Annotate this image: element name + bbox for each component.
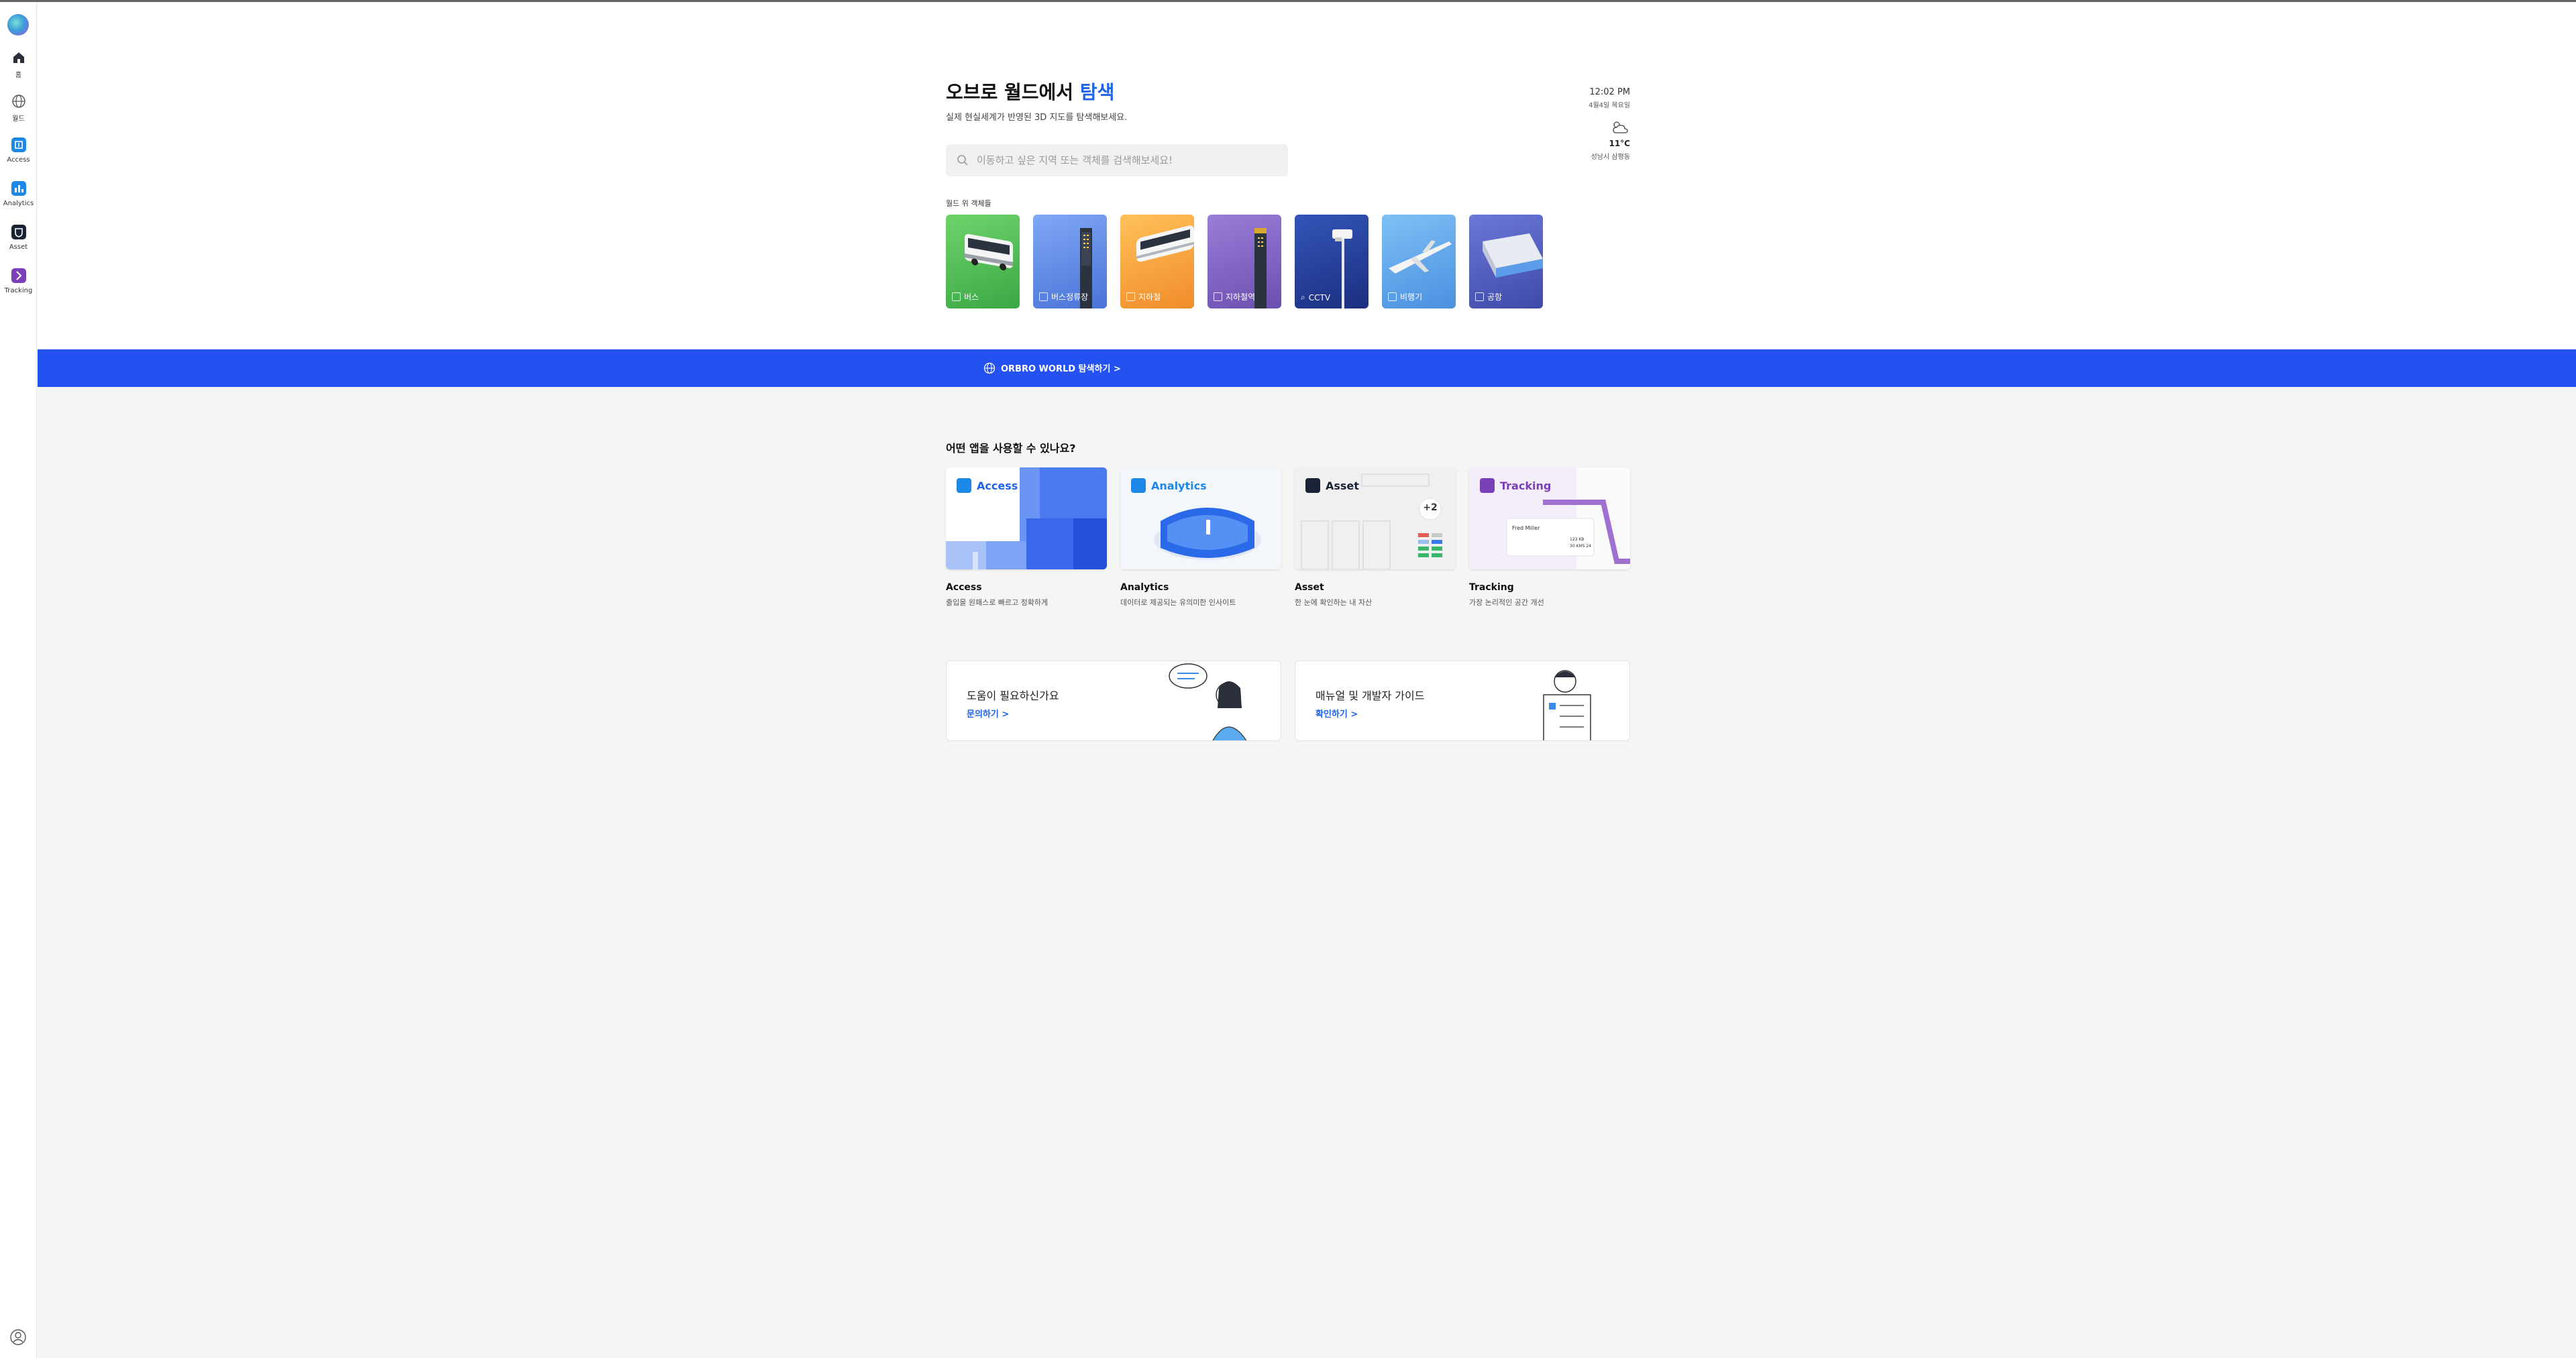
app-badge: Access — [957, 478, 1018, 493]
sidebar-item-tracking[interactable]: Tracking — [0, 268, 37, 306]
analytics-icon — [11, 181, 26, 196]
app-badge: Analytics — [1131, 478, 1207, 493]
app-desc-access: 출입을 원패스로 빠르고 정확하게 — [946, 598, 1049, 607]
tracking-icon — [11, 268, 26, 283]
app-name-access: Access — [946, 582, 982, 593]
sidebar-item-home[interactable]: 홈 — [0, 50, 37, 88]
object-card-cctv[interactable]: ⌕ CCTV — [1295, 215, 1368, 308]
banner-content: ORBRO WORLD 탐색하기 > — [983, 361, 1121, 374]
weather-temperature: 11°C — [1609, 139, 1630, 148]
object-card-label: 버스정류장 — [1039, 291, 1088, 302]
sidebar-item-label: Analytics — [3, 200, 34, 207]
sidebar-item-label: Asset — [9, 243, 28, 251]
object-card-label: 지하철 — [1126, 291, 1161, 302]
objects-section-label: 월드 위 객체들 — [946, 199, 991, 208]
object-card-label: 비행기 — [1388, 291, 1422, 302]
sidebar-item-analytics[interactable]: Analytics — [0, 181, 37, 219]
app-badge-label: Analytics — [1151, 479, 1207, 492]
help-card-manual[interactable]: 매뉴얼 및 개발자 가이드 확인하기 > — [1295, 661, 1630, 741]
object-card-label: 공항 — [1475, 291, 1502, 302]
apps-section-title: 어떤 앱을 사용할 수 있나요? — [946, 442, 1076, 455]
home-icon — [13, 52, 24, 63]
app-root: 홈 월드 Access Analytics Asset Tracking 오브로… — [0, 0, 2576, 1358]
app-card-tracking[interactable]: Fred Miller 123 KB 30 KMS 24 Tracking — [1469, 467, 1630, 569]
sidebar-item-label: Tracking — [4, 287, 33, 294]
analytics-icon — [1131, 478, 1146, 493]
app-desc-tracking: 가장 논리적인 공간 개선 — [1469, 598, 1544, 607]
sidebar-item-label: 월드 — [12, 115, 25, 123]
object-card-label: 버스 — [952, 291, 979, 302]
page-title-accent: 탐색 — [1079, 81, 1115, 103]
app-badge-label: Tracking — [1500, 479, 1552, 492]
app-name-analytics: Analytics — [1120, 582, 1169, 593]
object-card-airport[interactable]: 공항 — [1469, 215, 1543, 308]
support-person-illustration — [1169, 663, 1247, 740]
sidebar-item-asset[interactable]: Asset — [0, 225, 37, 262]
app-badge-label: Asset — [1326, 479, 1359, 492]
tracking-person-name: Fred Miller — [1512, 525, 1540, 531]
object-card-bus-stop[interactable]: 버스정류장 — [1033, 215, 1107, 308]
search-icon — [957, 155, 968, 166]
object-card-subway[interactable]: 지하철 — [1120, 215, 1194, 308]
help-card-contact[interactable]: 도움이 필요하신가요 문의하기 > — [946, 661, 1281, 741]
weather-location: 성남시 삼평동 — [1591, 154, 1630, 161]
asset-icon — [1305, 478, 1320, 493]
tracking-value-2: 30 KMS 24 — [1570, 544, 1592, 549]
contact-link[interactable]: 문의하기 > — [967, 707, 1009, 720]
app-card-analytics[interactable]: Analytics — [1120, 467, 1281, 569]
orbro-logo-icon[interactable] — [7, 14, 29, 36]
airplane-icon — [1388, 292, 1397, 301]
app-desc-analytics: 데이터로 제공되는 유의미한 인사이트 — [1120, 598, 1236, 607]
app-desc-asset: 한 눈에 확인하는 내 자산 — [1295, 598, 1373, 607]
object-card-label: ⌕ CCTV — [1301, 292, 1331, 302]
object-card-label: 지하철역 — [1214, 291, 1255, 302]
asset-icon — [11, 225, 26, 239]
bus-icon — [952, 292, 961, 301]
sidebar: 홈 월드 Access Analytics Asset Tracking — [0, 2, 37, 1358]
sidebar-item-access[interactable]: Access — [0, 137, 37, 175]
help-card-title: 매뉴얼 및 개발자 가이드 — [1316, 689, 1425, 702]
tracking-value-1: 123 KB — [1570, 537, 1585, 542]
airport-icon — [1475, 292, 1484, 301]
help-card-title: 도움이 필요하신가요 — [967, 689, 1059, 702]
developer-guide-illustration — [1543, 670, 1591, 740]
app-name-tracking: Tracking — [1469, 582, 1514, 593]
search-box — [946, 144, 1288, 176]
app-card-access[interactable]: Access — [946, 467, 1107, 569]
access-icon — [957, 478, 971, 493]
app-badge: Tracking — [1480, 478, 1551, 493]
page-title: 오브로 월드에서 탐색 — [946, 78, 1114, 105]
page-subtitle: 실제 현실세계가 반영된 3D 지도를 탐색해보세요. — [946, 113, 1128, 123]
sidebar-item-label: Access — [7, 156, 30, 164]
user-profile-icon[interactable] — [9, 1328, 27, 1346]
banner-link[interactable]: ORBRO WORLD 탐색하기 > — [1001, 361, 1121, 374]
tracking-icon — [1480, 478, 1495, 493]
app-card-asset[interactable]: +2 Asset — [1295, 467, 1456, 569]
manual-link[interactable]: 확인하기 > — [1316, 707, 1358, 720]
app-badge-label: Access — [977, 479, 1018, 492]
asset-extra-count: +2 — [1423, 502, 1438, 513]
access-icon — [11, 137, 26, 152]
object-card-subway-station[interactable]: 지하철역 — [1208, 215, 1281, 308]
bus-stop-icon — [1039, 292, 1048, 301]
cloudy-sun-icon — [1613, 121, 1628, 133]
object-card-bus[interactable]: 버스 — [946, 215, 1020, 308]
globe-icon — [11, 95, 25, 108]
app-badge: Asset — [1305, 478, 1359, 493]
search-input[interactable] — [977, 144, 1279, 176]
object-card-airplane[interactable]: 비행기 — [1382, 215, 1456, 308]
globe-icon — [983, 362, 996, 374]
page-title-prefix: 오브로 월드에서 — [946, 81, 1080, 103]
cctv-icon: ⌕ — [1301, 292, 1305, 302]
orbro-world-banner[interactable]: ORBRO WORLD 탐색하기 > — [38, 349, 2576, 387]
clock-date: 4월4일 목요일 — [1589, 102, 1630, 109]
subway-icon — [1126, 292, 1135, 301]
clock-time: 12:02 PM — [1589, 87, 1630, 97]
subway-station-icon — [1214, 292, 1222, 301]
app-name-asset: Asset — [1295, 582, 1324, 593]
sidebar-item-label: 홈 — [15, 72, 22, 79]
sidebar-item-world[interactable]: 월드 — [0, 94, 37, 131]
